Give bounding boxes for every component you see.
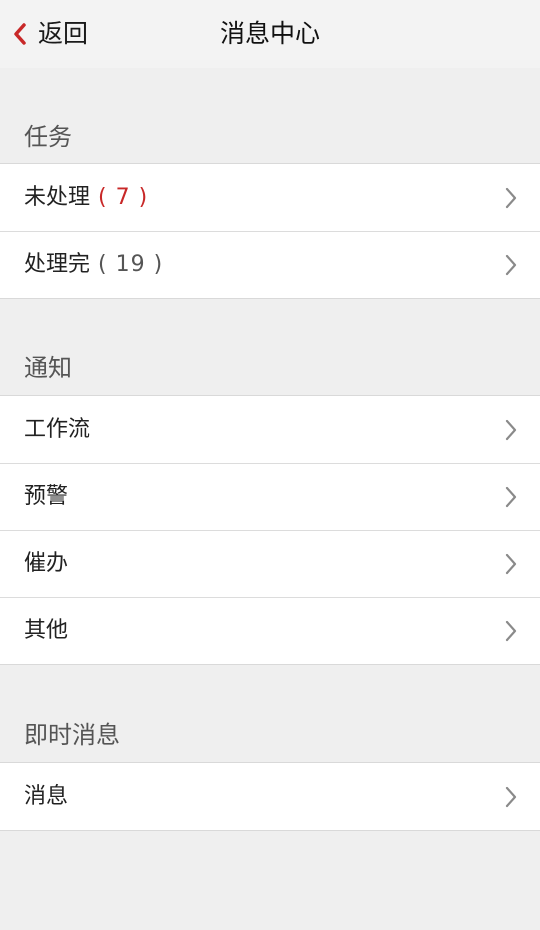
section-header-instant-messages: 即时消息 bbox=[24, 721, 120, 749]
list-item-label: 处理完 bbox=[24, 252, 91, 277]
list-item-warning[interactable]: 预警 bbox=[0, 463, 540, 530]
list-item-other[interactable]: 其他 bbox=[0, 597, 540, 664]
list-item-label: 未处理 bbox=[24, 184, 91, 210]
list-item-label: 工作流 bbox=[24, 416, 91, 442]
list-item-unprocessed[interactable]: 未处理 ( 7 ) bbox=[0, 164, 540, 231]
unprocessed-count: ( 7 ) bbox=[98, 184, 149, 210]
section-header-notifications: 通知 bbox=[24, 354, 72, 382]
chevron-right-icon bbox=[505, 486, 517, 508]
list-item-reminder[interactable]: 催办 bbox=[0, 530, 540, 597]
chevron-right-icon bbox=[505, 620, 517, 642]
list-item-messages[interactable]: 消息 bbox=[0, 763, 540, 830]
list-item-label: 消息 bbox=[24, 783, 69, 809]
list-item-label: 预警 bbox=[24, 484, 69, 509]
navigation-bar: 返回 消息中心 bbox=[0, 0, 540, 68]
chevron-right-icon bbox=[505, 187, 517, 208]
chevron-right-icon bbox=[505, 553, 517, 575]
list-item-label: 催办 bbox=[24, 551, 69, 576]
section-header-tasks: 任务 bbox=[24, 123, 72, 151]
notification-group: 工作流 预警 催办 其他 bbox=[0, 395, 540, 665]
processed-count: ( 19 ) bbox=[98, 252, 164, 277]
chevron-right-icon bbox=[505, 419, 517, 440]
chevron-right-icon bbox=[505, 254, 517, 276]
page-title: 消息中心 bbox=[219, 19, 320, 48]
list-item-workflow[interactable]: 工作流 bbox=[0, 396, 540, 463]
chevron-right-icon bbox=[505, 786, 517, 807]
instant-message-group: 消息 bbox=[0, 762, 540, 831]
list-item-label: 其他 bbox=[24, 618, 69, 643]
list-item-processed[interactable]: 处理完 ( 19 ) bbox=[0, 231, 540, 298]
task-group: 未处理 ( 7 ) 处理完 ( 19 ) bbox=[0, 163, 540, 299]
